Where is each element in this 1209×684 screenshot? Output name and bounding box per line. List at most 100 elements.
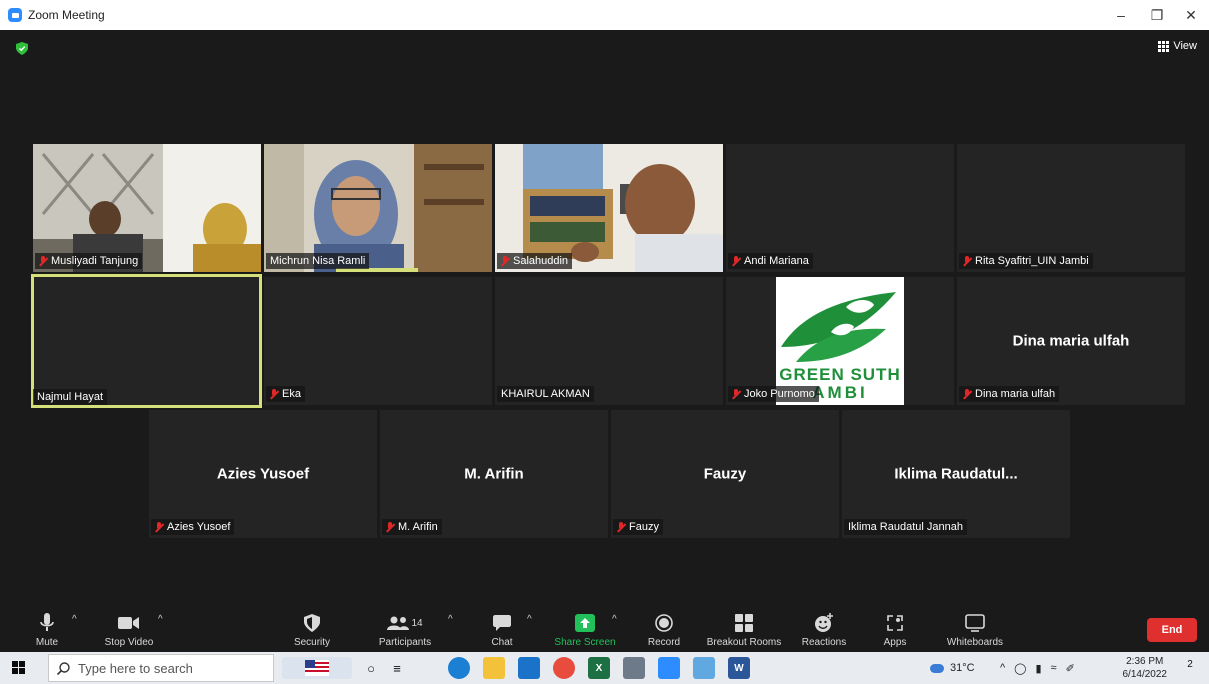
- video-camera-icon: [117, 612, 141, 634]
- windows-taskbar: Type here to search ○ ≡ X W 31°C ^ ◯ ▮ ≈…: [0, 652, 1209, 684]
- participants-count: 14: [411, 617, 423, 629]
- muted-mic-icon: [155, 521, 164, 533]
- apps-icon: [883, 612, 907, 634]
- participant-display-name: Fauzy: [703, 465, 747, 483]
- chrome-browser-icon[interactable]: [553, 657, 575, 679]
- participant-name-label: Musliyadi Tanjung: [35, 253, 143, 269]
- stop-video-button[interactable]: Stop Video: [96, 604, 162, 652]
- battery-icon[interactable]: ▮: [1035, 662, 1041, 675]
- participant-display-name: Dina maria ulfah: [1012, 332, 1130, 350]
- muted-mic-icon: [501, 255, 510, 267]
- participant-name-label: Iklima Raudatul Jannah: [844, 519, 967, 535]
- meet-now-icon[interactable]: ◯: [1014, 662, 1026, 675]
- pen-icon[interactable]: ✐: [1066, 662, 1075, 675]
- video-tile-salahuddin[interactable]: Salahuddin: [495, 144, 723, 272]
- view-label: View: [1173, 40, 1197, 52]
- chat-button[interactable]: Chat: [486, 604, 518, 652]
- participant-name-label: Joko Purnomo: [728, 386, 819, 402]
- participant-name-label: KHAIRUL AKMAN: [497, 386, 594, 402]
- video-tile-eka[interactable]: Eka: [264, 277, 492, 405]
- video-tile-khairul[interactable]: KHAIRUL AKMAN: [495, 277, 723, 405]
- video-tile-iklima[interactable]: Iklima Raudatul... Iklima Raudatul Janna…: [842, 410, 1070, 538]
- participant-name-label: Najmul Hayat: [33, 389, 108, 405]
- participant-name-label: Michrun Nisa Ramli: [266, 253, 370, 269]
- participant-name-label: Eka: [266, 386, 305, 402]
- muted-mic-icon: [963, 388, 972, 400]
- zoom-app-icon: [8, 8, 22, 22]
- security-button[interactable]: Security: [290, 604, 334, 652]
- taskbar-search-box[interactable]: Type here to search: [48, 654, 274, 682]
- reactions-button[interactable]: Reactions: [800, 604, 848, 652]
- muted-mic-icon: [386, 521, 395, 533]
- muted-mic-icon: [617, 521, 626, 533]
- apps-button[interactable]: Apps: [880, 604, 910, 652]
- participant-name-label: Rita Syafitri_UIN Jambi: [959, 253, 1093, 269]
- muted-mic-icon: [270, 388, 279, 400]
- video-tile-andi[interactable]: Andi Mariana: [726, 144, 954, 272]
- mail-icon[interactable]: [518, 657, 540, 679]
- minimize-button[interactable]: –: [1103, 0, 1139, 30]
- edge-browser-icon[interactable]: [448, 657, 470, 679]
- video-tile-azies[interactable]: Azies Yusoef Azies Yusoef: [149, 410, 377, 538]
- logo-text-line-1: GREEN SUTH: [779, 365, 901, 384]
- participant-name-label: Dina maria ulfah: [959, 386, 1060, 402]
- view-button[interactable]: View: [1158, 40, 1197, 52]
- excel-icon[interactable]: X: [588, 657, 610, 679]
- audio-options-chevron-icon[interactable]: ^: [72, 614, 77, 625]
- windows-start-icon[interactable]: [12, 661, 25, 674]
- whiteboards-button[interactable]: Whiteboards: [940, 604, 1010, 652]
- restore-button[interactable]: ❐: [1139, 0, 1175, 30]
- video-tile-joko[interactable]: GREEN SUTH AMBI Joko Purnomo: [726, 277, 954, 405]
- word-icon[interactable]: W: [728, 657, 750, 679]
- video-options-chevron-icon[interactable]: ^: [158, 614, 163, 625]
- window-title: Zoom Meeting: [28, 8, 105, 22]
- smiley-reaction-icon: [812, 612, 836, 634]
- cortana-circle-icon[interactable]: ○: [360, 657, 382, 679]
- video-tile-fauzy[interactable]: Fauzy Fauzy: [611, 410, 839, 538]
- paint-icon[interactable]: [623, 657, 645, 679]
- whiteboard-icon: [963, 612, 987, 634]
- tray-chevron-up-icon[interactable]: ^: [1000, 662, 1005, 674]
- taskbar-clock[interactable]: 2:36 PM 6/14/2022: [1123, 655, 1168, 681]
- wifi-icon[interactable]: ≈: [1051, 662, 1057, 674]
- zoom-taskbar-icon[interactable]: [658, 657, 680, 679]
- participants-icon: 14: [383, 612, 427, 634]
- end-meeting-button[interactable]: End: [1147, 618, 1197, 642]
- video-tile-michrun[interactable]: Michrun Nisa Ramli: [264, 144, 492, 272]
- meeting-toolbar: Mute ^ Stop Video ^ Security 14 Particip…: [0, 604, 1209, 652]
- muted-mic-icon: [39, 255, 48, 267]
- title-bar: Zoom Meeting – ❐ ✕: [0, 0, 1209, 30]
- share-options-chevron-icon[interactable]: ^: [612, 614, 617, 625]
- photos-icon[interactable]: [693, 657, 715, 679]
- participants-button[interactable]: 14 Participants: [372, 604, 438, 652]
- video-tile-dina[interactable]: Dina maria ulfah Dina maria ulfah: [957, 277, 1185, 405]
- chat-bubble-icon: [490, 612, 514, 634]
- file-explorer-icon[interactable]: [483, 657, 505, 679]
- participant-display-name: Azies Yusoef: [216, 465, 310, 483]
- close-button[interactable]: ✕: [1173, 0, 1209, 30]
- mute-button[interactable]: Mute: [30, 604, 64, 652]
- participant-name-label: Salahuddin: [497, 253, 573, 269]
- share-screen-button[interactable]: Share Screen: [550, 604, 620, 652]
- clock-time: 2:36 PM: [1126, 656, 1164, 667]
- video-tile-musliyadi[interactable]: Musliyadi Tanjung: [33, 144, 261, 272]
- encryption-shield-icon[interactable]: [16, 42, 28, 55]
- search-icon: [57, 661, 70, 675]
- search-placeholder: Type here to search: [78, 660, 193, 676]
- weather-widget[interactable]: 31°C: [930, 652, 975, 684]
- record-button[interactable]: Record: [644, 604, 684, 652]
- flag-widget-icon[interactable]: [282, 657, 352, 679]
- system-tray: ^ ◯ ▮ ≈ ✐: [1000, 652, 1075, 684]
- notification-center-icon[interactable]: 2: [1181, 659, 1199, 677]
- task-view-icon[interactable]: ≡: [386, 657, 408, 679]
- muted-mic-icon: [732, 388, 741, 400]
- participants-options-chevron-icon[interactable]: ^: [448, 614, 453, 625]
- video-tile-rita[interactable]: Rita Syafitri_UIN Jambi: [957, 144, 1185, 272]
- video-tile-najmul-active-speaker[interactable]: Najmul Hayat: [31, 274, 262, 408]
- meeting-area: View Musliyadi Tanjung Michrun Nisa Raml…: [0, 30, 1209, 604]
- microphone-icon: [35, 612, 59, 634]
- share-screen-icon: [573, 612, 597, 634]
- video-tile-arifin[interactable]: M. Arifin M. Arifin: [380, 410, 608, 538]
- breakout-rooms-button[interactable]: Breakout Rooms: [704, 604, 784, 652]
- chat-options-chevron-icon[interactable]: ^: [527, 614, 532, 625]
